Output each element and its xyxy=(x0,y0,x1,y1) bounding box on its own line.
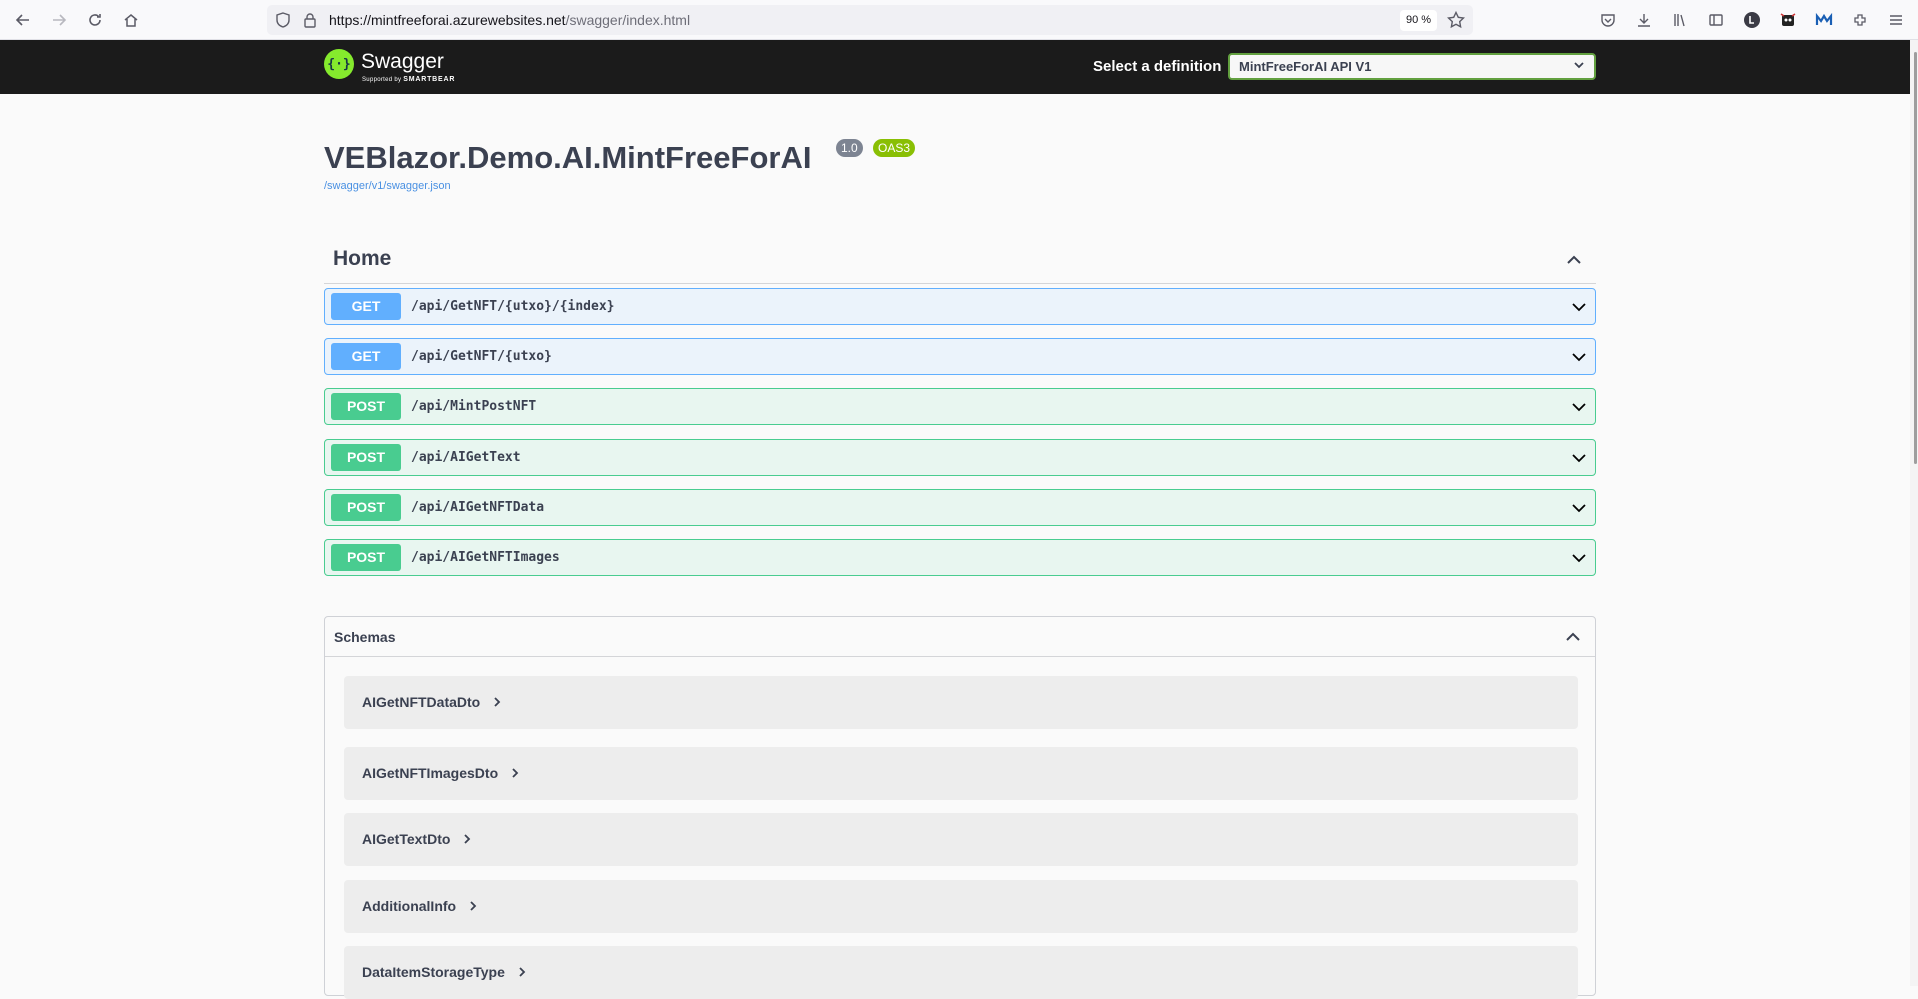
operation-path[interactable]: /api/GetNFT/{utxo}/{index} xyxy=(411,299,615,314)
oas-badge: OAS3 xyxy=(873,139,916,157)
method-badge: GET xyxy=(331,293,401,320)
definition-select[interactable]: MintFreeForAI API V1 xyxy=(1228,53,1596,80)
opblock-get-nft-utxo[interactable]: GET /api/GetNFT/{utxo} xyxy=(324,338,1596,375)
method-badge: POST xyxy=(331,494,401,521)
operation-path[interactable]: /api/GetNFT/{utxo} xyxy=(411,349,552,364)
operation-path[interactable]: /api/AIGetNFTData xyxy=(411,500,544,515)
tag-section-home[interactable]: Home xyxy=(324,244,1596,284)
schemas-title[interactable]: Schemas xyxy=(334,629,395,645)
method-badge: GET xyxy=(331,343,401,370)
operation-path[interactable]: /api/AIGetText xyxy=(411,450,521,465)
logo-sub-brand: SMARTBEAR xyxy=(403,76,456,83)
logo-sub-prefix: Supported by xyxy=(362,77,402,83)
bookmark-star-icon[interactable] xyxy=(1446,10,1466,34)
schema-model-name[interactable]: AIGetNFTDataDto xyxy=(362,694,502,710)
sidebar-icon[interactable] xyxy=(1705,9,1727,31)
chevron-right-icon xyxy=(492,694,502,710)
opblock-post-mint-post-nft[interactable]: POST /api/MintPostNFT xyxy=(324,388,1596,425)
chevron-down-icon[interactable] xyxy=(1569,397,1589,417)
opblock-get-nft-utxo-index[interactable]: GET /api/GetNFT/{utxo}/{index} xyxy=(324,288,1596,325)
chevron-up-icon[interactable] xyxy=(1564,250,1584,270)
method-badge: POST xyxy=(331,393,401,420)
back-icon[interactable] xyxy=(12,9,34,31)
chevron-down-icon[interactable] xyxy=(1569,347,1589,367)
schema-model-name[interactable]: AIGetNFTImagesDto xyxy=(362,765,520,781)
menu-hamburger-icon[interactable] xyxy=(1885,9,1907,31)
schema-model-label: AIGetNFTImagesDto xyxy=(362,765,499,781)
url-host: https://mintfreeforai.azurewebsites.net xyxy=(329,12,566,28)
version-badge: 1.0 xyxy=(836,139,863,157)
account-avatar-icon[interactable] xyxy=(1741,9,1763,31)
pocket-icon[interactable] xyxy=(1597,9,1619,31)
opblock-post-ai-get-nft-data[interactable]: POST /api/AIGetNFTData xyxy=(324,489,1596,526)
schema-model-aigetnftdatadto[interactable]: AIGetNFTDataDto xyxy=(344,676,1578,729)
chevron-down-icon[interactable] xyxy=(1569,548,1589,568)
chevron-down-icon[interactable] xyxy=(1569,297,1589,317)
schema-model-label: AIGetTextDto xyxy=(362,831,451,847)
schema-model-dataitemstoragetype[interactable]: DataItemStorageType xyxy=(344,946,1578,999)
opblock-post-ai-get-nft-images[interactable]: POST /api/AIGetNFTImages xyxy=(324,539,1596,576)
schema-model-aigettextdto[interactable]: AIGetTextDto xyxy=(344,813,1578,866)
url-bar[interactable]: https://mintfreeforai.azurewebsites.net/… xyxy=(267,5,1473,35)
swagger-topbar xyxy=(0,40,1918,94)
schemas-header[interactable]: Schemas xyxy=(325,617,1595,657)
zoom-level-badge[interactable]: 90 % xyxy=(1400,10,1438,31)
schema-model-name[interactable]: AIGetTextDto xyxy=(362,831,472,847)
reload-icon[interactable] xyxy=(84,9,106,31)
swagger-logo-title[interactable]: Swagger xyxy=(361,50,444,74)
chevron-down-icon[interactable] xyxy=(1569,498,1589,518)
lock-icon[interactable] xyxy=(302,12,318,33)
schema-model-label: DataItemStorageType xyxy=(362,964,505,980)
swagger-logo-icon[interactable]: {·} xyxy=(324,49,354,79)
page-scrollbar-thumb[interactable] xyxy=(1914,52,1917,464)
operation-path[interactable]: /api/MintPostNFT xyxy=(411,399,536,414)
chevron-down-icon xyxy=(1574,55,1584,78)
opblock-post-ai-get-text[interactable]: POST /api/AIGetText xyxy=(324,439,1596,476)
schema-model-label: AdditionalInfo xyxy=(362,898,457,914)
chevron-right-icon xyxy=(510,765,520,781)
extensions-puzzle-icon[interactable] xyxy=(1849,9,1871,31)
method-badge: POST xyxy=(331,444,401,471)
method-badge: POST xyxy=(331,544,401,571)
chevron-right-icon xyxy=(468,898,478,914)
home-icon[interactable] xyxy=(120,9,142,31)
spec-json-link[interactable]: /swagger/v1/swagger.json xyxy=(324,180,451,192)
schema-model-aigetnftimagesdto[interactable]: AIGetNFTImagesDto xyxy=(344,747,1578,800)
schemas-section: Schemas AIGetNFTDataDto AIGetNFTImagesDt… xyxy=(324,616,1596,999)
schema-model-name[interactable]: AdditionalInfo xyxy=(362,898,478,914)
schema-model-additionalinfo[interactable]: AdditionalInfo xyxy=(344,880,1578,933)
url-text[interactable]: https://mintfreeforai.azurewebsites.net/… xyxy=(329,12,690,28)
chevron-down-icon[interactable] xyxy=(1569,448,1589,468)
schema-model-name[interactable]: DataItemStorageType xyxy=(362,964,527,980)
extension-cow-icon[interactable] xyxy=(1777,9,1799,31)
swagger-logo-subtitle: Supported by SMARTBEAR xyxy=(362,76,455,83)
url-path: /swagger/index.html xyxy=(565,12,691,28)
definition-select-label: Select a definition xyxy=(1093,58,1222,75)
downloads-icon[interactable] xyxy=(1633,9,1655,31)
extension-m-icon[interactable] xyxy=(1813,9,1835,31)
browser-toolbar: https://mintfreeforai.azurewebsites.net/… xyxy=(0,0,1918,40)
api-title: VEBlazor.Demo.AI.MintFreeForAI xyxy=(324,140,812,175)
chevron-right-icon xyxy=(462,831,472,847)
schema-model-label: AIGetNFTDataDto xyxy=(362,694,481,710)
definition-select-value: MintFreeForAI API V1 xyxy=(1239,59,1372,74)
shield-icon[interactable] xyxy=(275,12,291,33)
library-icon[interactable] xyxy=(1669,9,1691,31)
tag-title[interactable]: Home xyxy=(333,247,391,271)
chevron-right-icon xyxy=(517,964,527,980)
chevron-up-icon[interactable] xyxy=(1563,627,1583,647)
forward-icon[interactable] xyxy=(48,9,70,31)
operation-path[interactable]: /api/AIGetNFTImages xyxy=(411,550,560,565)
